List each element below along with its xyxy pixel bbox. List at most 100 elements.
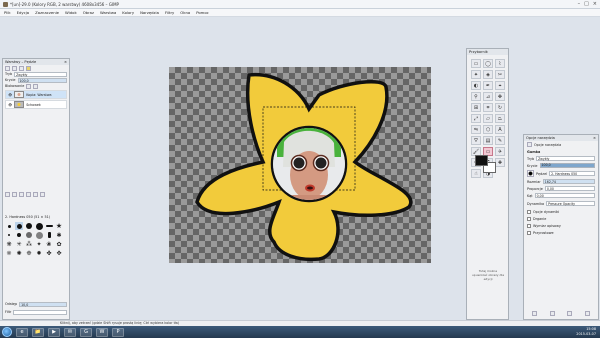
angle-slider[interactable]: 0,00	[534, 193, 595, 198]
paths-tool-icon[interactable]: ✒	[483, 81, 493, 90]
perspective-tool-icon[interactable]: ⏢	[495, 114, 505, 123]
restore-options-icon[interactable]	[549, 311, 555, 316]
size-slider[interactable]: 162,74	[542, 179, 595, 184]
layer-row[interactable]: 👁 Schowek	[5, 100, 67, 109]
brush-item[interactable]: ✺	[15, 249, 23, 257]
taskbar-app-ie[interactable]: e	[16, 327, 28, 337]
checkbox[interactable]	[527, 230, 531, 235]
brush-item[interactable]: ✹	[35, 249, 43, 257]
save-options-icon[interactable]	[532, 311, 538, 316]
close-button[interactable]: ×	[593, 1, 597, 7]
menu-windows[interactable]: Okna	[180, 10, 190, 15]
brush-item[interactable]	[25, 222, 33, 230]
anchor-layer-icon[interactable]	[33, 191, 38, 197]
rotate-tool-icon[interactable]: ↻	[495, 103, 505, 112]
tool-options-tab-icon[interactable]	[527, 142, 532, 147]
brush-item[interactable]	[35, 222, 43, 230]
option-incremental[interactable]: Przyrostowe	[524, 229, 598, 236]
brush-item[interactable]: ✿	[55, 240, 63, 248]
align-tool-icon[interactable]: ⊞	[471, 103, 481, 112]
bucket-fill-tool-icon[interactable]: ⛛	[471, 136, 481, 145]
system-tray-clock[interactable]: 15:08 2015-03-07	[576, 327, 596, 336]
brush-item[interactable]: ⁂	[25, 240, 33, 248]
image-canvas[interactable]	[169, 67, 431, 263]
layer-row[interactable]: 👁 Kopia: Warstwa	[5, 90, 67, 99]
taskbar-app-word[interactable]: W	[96, 327, 108, 337]
reset-options-icon[interactable]	[584, 311, 590, 316]
lock-alpha-icon[interactable]	[33, 83, 39, 89]
brush-select[interactable]: 2. Hardness 050	[549, 171, 595, 176]
delete-layer-icon[interactable]	[40, 191, 45, 197]
flip-tool-icon[interactable]: ⇋	[471, 125, 481, 134]
brush-item[interactable]: ✥	[55, 249, 63, 257]
brush-item[interactable]: ★	[55, 222, 63, 230]
option-dynamics-options[interactable]: Opcje dynamiki	[524, 208, 598, 215]
blend-tool-icon[interactable]: ▤	[483, 136, 493, 145]
option-jitter[interactable]: Drganie	[524, 215, 598, 222]
dock-close-icon[interactable]: ×	[64, 60, 67, 64]
color-select-tool-icon[interactable]: ◈	[483, 70, 493, 79]
fuzzy-select-tool-icon[interactable]: ✦	[471, 70, 481, 79]
brush-spacing-slider[interactable]: 10,0	[19, 301, 67, 307]
brush-item[interactable]	[5, 222, 13, 230]
menu-view[interactable]: Widok	[65, 10, 77, 15]
brush-item[interactable]	[25, 231, 33, 239]
taskbar-app-media[interactable]: ▶	[48, 327, 60, 337]
brush-item[interactable]: ❋	[5, 240, 13, 248]
scale-tool-icon[interactable]: ⤢	[471, 114, 481, 123]
expand-icon[interactable]	[527, 209, 531, 214]
cage-tool-icon[interactable]: ⬡	[483, 125, 493, 134]
menu-layer[interactable]: Warstwa	[100, 10, 116, 15]
brush-item[interactable]	[35, 231, 43, 239]
foreground-color-swatch[interactable]	[475, 155, 488, 166]
brush-item[interactable]	[15, 222, 23, 230]
taskbar-app-mail[interactable]: ✉	[64, 327, 76, 337]
dock-close-icon[interactable]: ×	[593, 136, 596, 140]
menu-colors[interactable]: Kolory	[122, 10, 134, 15]
channels-tab-icon[interactable]	[12, 65, 17, 71]
menu-file[interactable]: Plik	[4, 10, 11, 15]
duplicate-layer-icon[interactable]	[26, 191, 31, 197]
rect-select-tool-icon[interactable]: ▭	[471, 59, 481, 68]
brush-item[interactable]: ✤	[45, 249, 53, 257]
brush-preview-icon[interactable]	[527, 170, 534, 177]
layers-tab-icon[interactable]	[5, 65, 10, 71]
mode-select[interactable]: Zwykły	[536, 156, 595, 161]
taskbar-app-gimp[interactable]: G	[80, 327, 92, 337]
aspect-slider[interactable]: 0,00	[544, 186, 595, 191]
ellipse-select-tool-icon[interactable]: ◯	[483, 59, 493, 68]
shear-tool-icon[interactable]: ▱	[483, 114, 493, 123]
free-select-tool-icon[interactable]: ⌇	[495, 59, 505, 68]
minimize-button[interactable]: –	[578, 1, 581, 7]
brush-item[interactable]: ✳	[15, 240, 23, 248]
lock-pixels-icon[interactable]	[26, 83, 32, 89]
layer-name[interactable]: Kopia: Warstwa	[26, 93, 51, 97]
lower-layer-icon[interactable]	[19, 191, 24, 197]
brush-item[interactable]	[15, 231, 23, 239]
menu-image[interactable]: Obraz	[83, 10, 94, 15]
visibility-eye-icon[interactable]: 👁	[8, 93, 12, 97]
layer-mode-select[interactable]: Zwykły	[14, 71, 67, 77]
paths-tab-icon[interactable]	[19, 65, 24, 71]
maximize-button[interactable]: □	[584, 1, 589, 7]
foreground-select-tool-icon[interactable]: ◐	[471, 81, 481, 90]
brush-item[interactable]: ✦	[35, 240, 43, 248]
scissors-tool-icon[interactable]: ✂	[495, 70, 505, 79]
zoom-tool-icon[interactable]: ⚲	[471, 92, 481, 101]
move-tool-icon[interactable]: ✥	[495, 92, 505, 101]
brushes-tab-icon[interactable]	[26, 65, 31, 71]
taskbar-app-explorer[interactable]: 📁	[32, 327, 44, 337]
checkbox[interactable]	[527, 216, 531, 221]
option-smooth[interactable]: Wymiar opisowy	[524, 222, 598, 229]
visibility-eye-icon[interactable]: 👁	[8, 103, 12, 107]
menu-tools[interactable]: Narzędzia	[140, 10, 159, 15]
new-layer-icon[interactable]	[5, 191, 10, 197]
start-button[interactable]	[2, 327, 12, 337]
menu-select[interactable]: Zaznaczenie	[35, 10, 59, 15]
brush-item[interactable]: ❈	[5, 249, 13, 257]
layer-name[interactable]: Schowek	[26, 103, 41, 107]
delete-options-icon[interactable]	[567, 311, 573, 316]
layer-opacity-slider[interactable]: 100,0	[17, 77, 67, 83]
menu-filters[interactable]: Filtry	[165, 10, 174, 15]
brush-item[interactable]: ❉	[25, 249, 33, 257]
